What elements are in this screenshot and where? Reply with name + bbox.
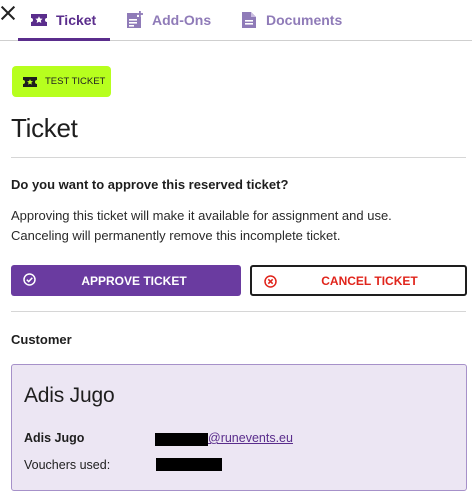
cancel-ticket-button[interactable]: CANCEL TICKET [250,265,467,296]
customer-name-label: Adis Jugo [24,431,85,445]
cancel-circle-icon [264,275,277,288]
cancel-ticket-label: CANCEL TICKET [321,273,418,288]
test-ticket-badge: TEST TICKET [12,66,111,97]
close-icon[interactable] [0,5,16,21]
approval-question: Do you want to approve this reserved tic… [11,177,289,192]
customer-email-link[interactable]: @runevents.eu [208,431,293,445]
tab-ticket-label: Ticket [56,12,97,28]
customer-name: Adis Jugo [24,384,115,407]
divider [11,157,466,158]
tab-add-ons-label: Add-Ons [152,12,212,28]
redaction-bar [155,433,208,446]
document-add-icon [127,11,143,28]
check-circle-icon [23,273,36,286]
approval-description: Approving this ticket will make it avail… [11,206,392,246]
tab-documents-label: Documents [266,12,343,28]
badge-label: TEST TICKET [45,76,106,87]
ticket-star-icon [31,14,47,26]
vouchers-used-label: Vouchers used: [24,458,111,472]
tab-documents[interactable]: Documents [240,11,342,41]
approve-ticket-label: APPROVE TICKET [81,273,187,288]
customer-section-title: Customer [11,332,72,347]
tab-bar: Ticket Add-Ons Documents [0,0,472,41]
divider [11,311,466,312]
approve-ticket-button[interactable]: APPROVE TICKET [11,265,241,296]
tab-ticket[interactable]: Ticket [17,11,111,41]
ticket-icon [23,76,37,87]
approval-description-line2: Canceling will permanently remove this i… [11,228,341,243]
page-title: Ticket [11,113,78,143]
customer-card: Adis Jugo Adis Jugo @runevents.eu Vouche… [11,364,467,491]
approval-description-line1: Approving this ticket will make it avail… [11,208,392,223]
redaction-bar [156,458,222,471]
tab-add-ons[interactable]: Add-Ons [126,11,211,41]
document-icon [242,12,256,28]
